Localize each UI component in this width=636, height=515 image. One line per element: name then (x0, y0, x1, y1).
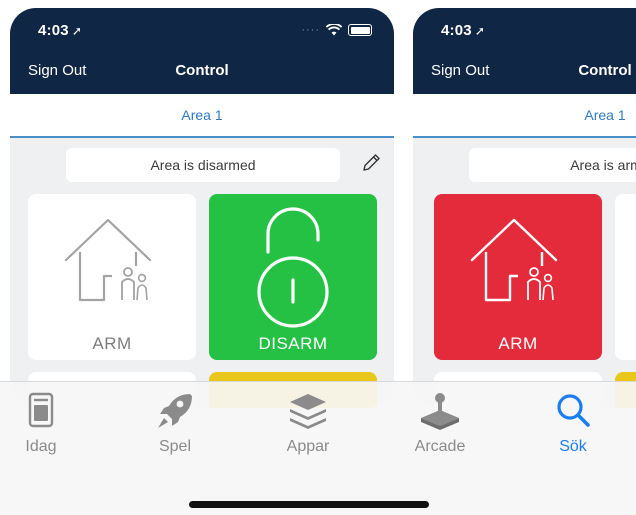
phone-screen-disarmed: 4:03 ➚ ···· Sign Out Control Area 1 Area … (10, 8, 394, 408)
joystick-icon (421, 393, 459, 430)
status-bar-time: 4:03 ➚ (38, 22, 82, 39)
home-indicator[interactable] (189, 501, 429, 508)
arm-label: ARM (498, 334, 538, 353)
tab-area-1[interactable]: Area 1 (10, 94, 394, 138)
status-time-text: 4:03 (38, 22, 69, 39)
pencil-icon[interactable] (360, 152, 382, 174)
disarm-button[interactable]: DISARM (209, 194, 377, 360)
area-status-text: Area is disarmed (66, 148, 340, 182)
tab-games[interactable]: Spel (130, 388, 220, 468)
disarm-label: DISARM (258, 334, 328, 353)
search-icon (557, 394, 590, 427)
house-family-icon (470, 218, 558, 302)
rocket-icon (158, 394, 192, 428)
tab-apps-label: Appar (286, 438, 330, 455)
today-icon (28, 392, 54, 428)
tab-search[interactable]: Sök (528, 388, 618, 468)
tab-today-label: Idag (25, 438, 57, 455)
tab-area-1[interactable]: Area 1 (413, 94, 636, 138)
nav-title: Control (175, 62, 229, 79)
arm-label: ARM (92, 334, 132, 353)
tab-today[interactable]: Idag (0, 388, 86, 468)
disarm-button-partial[interactable] (615, 194, 636, 360)
tab-games-label: Spel (158, 438, 192, 455)
tab-arcade[interactable]: Arcade (395, 388, 485, 468)
wifi-icon (326, 24, 342, 36)
status-time-text: 4:03 (441, 22, 472, 39)
status-bar-indicators: ···· (301, 24, 372, 36)
navigation-bar: 4:03 ➚ ···· Sign Out Control (10, 8, 394, 94)
arm-button[interactable]: ARM (28, 194, 196, 360)
signal-icon: ···· (301, 24, 320, 36)
nav-title: Control (578, 62, 632, 79)
arm-button[interactable]: ARM (434, 194, 602, 360)
unlocked-padlock-icon (257, 207, 329, 328)
tab-apps[interactable]: Appar (263, 388, 353, 468)
house-family-icon (64, 218, 152, 302)
location-arrow-icon: ➚ (474, 24, 486, 38)
phone-screen-armed: 4:03 ➚ Sign Out Control Area 1 Area is ar… (413, 8, 636, 408)
location-arrow-icon: ➚ (71, 24, 83, 38)
layers-icon (290, 394, 326, 429)
tab-arcade-label: Arcade (414, 438, 466, 455)
app-store-screenshot: 4:03 ➚ ···· Sign Out Control Area 1 Area … (0, 0, 636, 515)
navigation-bar: 4:03 ➚ Sign Out Control (413, 8, 636, 94)
app-store-tab-bar: Idag Spel Appar Arcade Sök (0, 381, 636, 515)
area-status-text: Area is arm (469, 148, 636, 182)
battery-icon (348, 24, 372, 36)
status-bar-time: 4:03 ➚ (441, 22, 485, 39)
tab-search-label: Sök (559, 438, 587, 455)
